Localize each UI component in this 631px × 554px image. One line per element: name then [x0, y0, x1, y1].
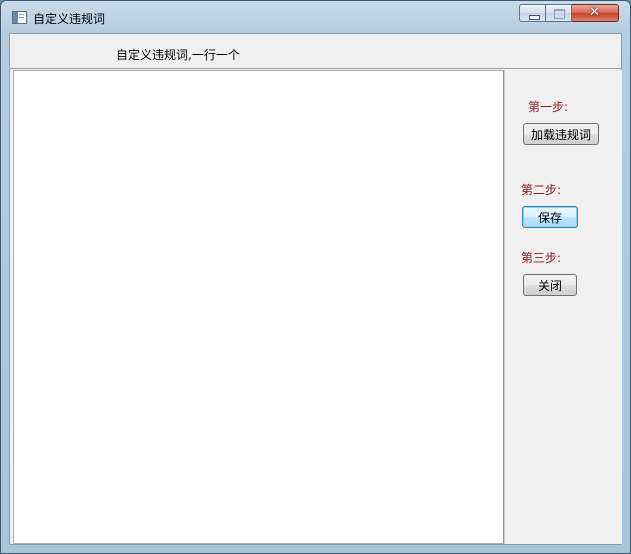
header-bar: 自定义违规词,一行一个	[10, 34, 621, 69]
close-icon: ✕	[589, 5, 600, 20]
close-button[interactable]: 关闭	[523, 274, 577, 296]
title-bar[interactable]: 自定义违规词 ✕	[1, 1, 630, 33]
minimize-icon	[529, 15, 540, 20]
caption-buttons: ✕	[519, 4, 619, 23]
step3-label: 第三步:	[521, 251, 562, 265]
violation-words-input[interactable]	[13, 70, 504, 544]
client-area: 自定义违规词,一行一个 第一步: 加载违规词 第二步: 保存 第三步: 关闭	[9, 33, 622, 545]
maximize-button[interactable]	[546, 4, 572, 22]
step-panel: 第一步: 加载违规词 第二步: 保存 第三步: 关闭	[504, 70, 622, 544]
load-words-button[interactable]: 加载违规词	[523, 123, 599, 145]
minimize-button[interactable]	[519, 4, 546, 22]
maximize-icon	[554, 9, 565, 19]
window-title: 自定义违规词	[33, 12, 106, 26]
step2-label: 第二步:	[521, 183, 562, 197]
save-button[interactable]: 保存	[522, 206, 578, 228]
window-app-icon	[12, 11, 27, 24]
instruction-label: 自定义违规词,一行一个	[116, 48, 240, 62]
step1-label: 第一步:	[528, 100, 569, 114]
close-window-button[interactable]: ✕	[572, 4, 619, 22]
app-window: 自定义违规词 ✕ 自定义违规词,一行一个 第一步: 加载违规词 第二步: 保存 …	[0, 0, 631, 554]
